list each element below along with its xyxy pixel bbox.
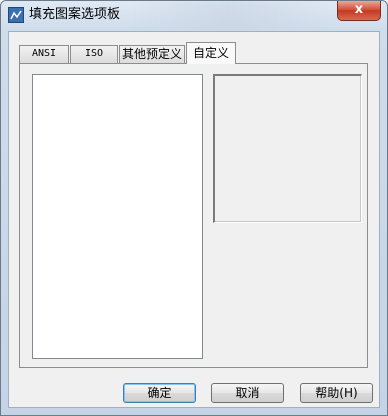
tab-iso[interactable]: ISO — [70, 45, 118, 63]
cancel-button[interactable]: 取消 — [211, 383, 284, 403]
hatch-pattern-icon — [8, 7, 24, 23]
tab-custom[interactable]: 自定义 — [186, 42, 236, 64]
close-button[interactable]: x — [337, 1, 381, 21]
window-title: 填充图案选项板 — [29, 7, 121, 22]
tab-other-predefined[interactable]: 其他预定义 — [119, 45, 185, 63]
pattern-preview — [213, 74, 362, 223]
titlebar-blur — [131, 1, 331, 31]
dialog-client-area: ANSI ISO 其他预定义 自定义 确定 取消 帮助(H) — [8, 31, 380, 408]
pattern-list[interactable] — [32, 74, 203, 359]
ok-button[interactable]: 确定 — [123, 383, 196, 403]
dialog-window: 填充图案选项板 x ANSI ISO 其他预定义 自定义 确定 取消 帮助(H) — [0, 0, 388, 416]
tab-panel — [19, 63, 368, 368]
tab-ansi[interactable]: ANSI — [19, 45, 69, 63]
help-button[interactable]: 帮助(H) — [300, 383, 373, 403]
